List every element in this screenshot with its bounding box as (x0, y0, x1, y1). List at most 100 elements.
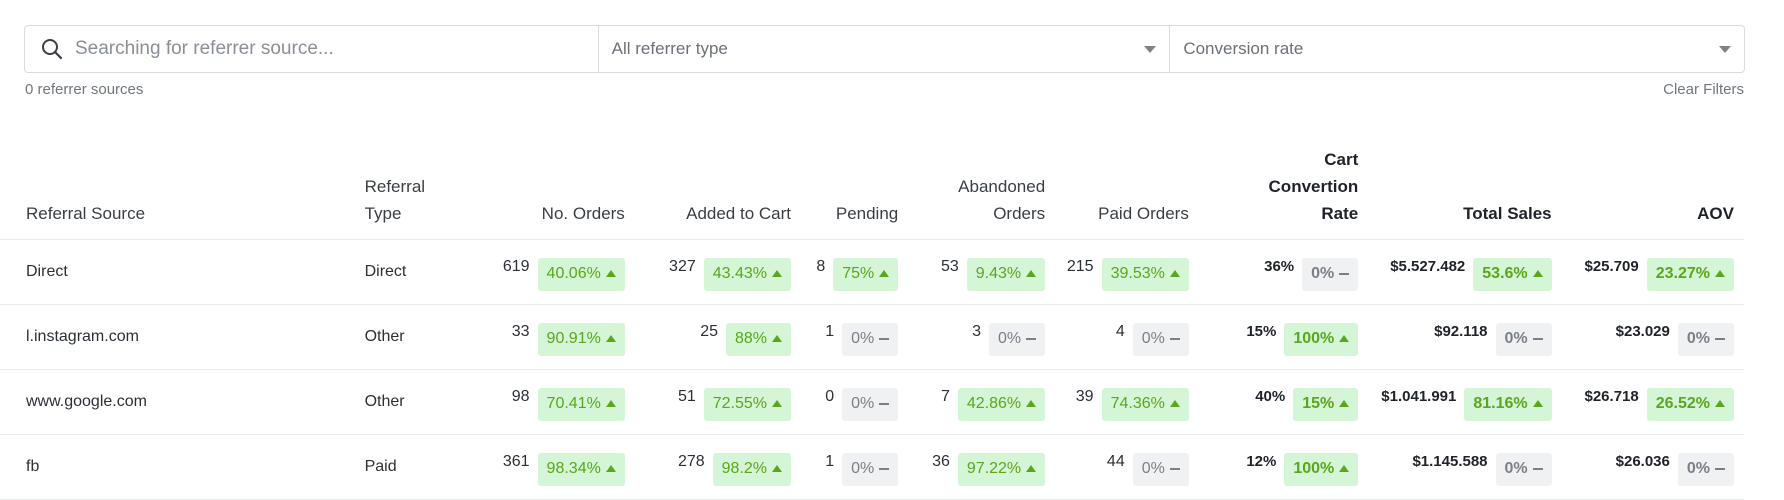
orders-change-badge: 40.06% (537, 257, 625, 291)
pending-change-badge: 75% (833, 257, 899, 291)
conversion-rate-change-badge: 100% (1284, 452, 1359, 486)
added-to-cart-value: 327 (669, 257, 696, 275)
conversion-rate-cell: 15% 100% (1198, 304, 1369, 370)
pending-change-badge: 0% (842, 322, 899, 356)
col-paid-orders[interactable]: Paid Orders (1055, 140, 1199, 240)
metric-cell: $23.029 0% (1616, 319, 1734, 356)
trend-up-icon (1026, 399, 1037, 407)
table-row[interactable]: Direct Direct 619 40.06% 327 43.43% 8 75% 53 9.43… (0, 239, 1744, 305)
filter-bar: All referrer type Conversion rate (24, 25, 1745, 73)
trend-up-icon (1339, 399, 1350, 407)
change-percent: 53.6% (1482, 265, 1528, 282)
added-to-cart-cell: 278 98.2% (634, 434, 802, 500)
search-input[interactable] (73, 37, 557, 61)
change-percent: 0% (851, 330, 875, 347)
paid-orders-change-badge: 39.53% (1101, 257, 1189, 291)
metric-cell: $1.145.588 0% (1412, 449, 1552, 486)
metric-cell: $26.036 0% (1616, 449, 1734, 486)
table-row[interactable]: l.instagram.com Other 33 90.91% 25 88% 1 0% 3 0% 4… (0, 304, 1744, 370)
referrer-type-select[interactable]: All referrer type (599, 26, 1171, 72)
paid-orders-change-badge: 0% (1132, 322, 1189, 356)
table-header: Referral Source Referral Type No. Orders… (0, 140, 1744, 240)
pending-value: 0 (825, 387, 835, 405)
trend-flat-icon (1169, 468, 1180, 470)
metric-cell: 8 75% (816, 254, 899, 291)
paid-orders-cell: 215 39.53% (1055, 239, 1199, 305)
change-percent: 0% (851, 395, 875, 412)
added-to-cart-cell: 25 88% (634, 304, 802, 370)
trend-flat-icon (1715, 468, 1725, 470)
abandoned-value: 7 (940, 387, 950, 405)
metric-select[interactable]: Conversion rate (1170, 26, 1744, 72)
search-icon (41, 38, 63, 60)
aov-change-badge: 0% (1677, 452, 1734, 486)
abandoned-cell: 53 9.43% (908, 239, 1056, 305)
table-row[interactable]: fb Paid 361 98.34% 278 98.2% 1 0% 36 97.22% 44 0% 12… (0, 434, 1744, 500)
trend-up-icon (879, 269, 890, 277)
orders-value: 98 (511, 387, 530, 405)
change-percent: 75% (842, 265, 875, 282)
col-cart-conversion-rate[interactable]: Cart Convertion Rate (1198, 140, 1369, 240)
orders-cell: 98 70.41% (461, 369, 635, 435)
metric-cell: $92.118 0% (1434, 319, 1552, 356)
trend-up-icon (605, 334, 616, 342)
metric-cell: $26.718 26.52% (1585, 384, 1734, 421)
change-percent: 88% (734, 330, 768, 347)
referral-type-cell: Paid (364, 434, 462, 500)
col-total-sales[interactable]: Total Sales (1368, 140, 1562, 240)
trend-flat-icon (1715, 338, 1725, 340)
trend-flat-icon (879, 468, 890, 470)
paid-orders-change-badge: 0% (1132, 452, 1189, 486)
change-percent: 0% (1311, 265, 1335, 282)
trend-up-icon (772, 399, 783, 407)
metric-cell: $1.041.991 81.16% (1381, 384, 1552, 421)
referral-source-cell: www.google.com (0, 369, 365, 435)
change-percent: 98.34% (546, 460, 601, 477)
aov-cell: $26.718 26.52% (1561, 369, 1744, 435)
change-percent: 0% (1686, 460, 1710, 477)
aov-change-badge: 26.52% (1646, 387, 1734, 421)
clear-filters-link[interactable]: Clear Filters (1663, 81, 1744, 98)
pending-change-badge: 0% (842, 387, 899, 421)
paid-orders-change-badge: 74.36% (1101, 387, 1189, 421)
col-referral-source[interactable]: Referral Source (0, 140, 365, 240)
metric-cell: 278 98.2% (678, 449, 792, 486)
orders-change-badge: 90.91% (537, 322, 625, 356)
col-referral-type[interactable]: Referral Type (364, 140, 462, 240)
metric-cell: 15% 100% (1246, 319, 1359, 356)
col-added-to-cart[interactable]: Added to Cart (634, 140, 802, 240)
abandoned-value: 3 (972, 322, 982, 340)
col-pending[interactable]: Pending (801, 140, 909, 240)
change-percent: 90.91% (546, 330, 601, 347)
col-abandoned-orders[interactable]: Abandoned Orders (908, 140, 1056, 240)
paid-orders-value: 39 (1075, 387, 1094, 405)
added-to-cart-change-badge: 98.2% (712, 452, 792, 486)
paid-orders-value: 4 (1115, 322, 1125, 340)
trend-up-icon (1339, 334, 1350, 342)
metric-cell: 0 0% (825, 384, 899, 421)
total-sales-change-badge: 0% (1495, 322, 1552, 356)
added-to-cart-cell: 327 43.43% (634, 239, 802, 305)
pending-value: 1 (825, 452, 835, 470)
metric-cell: $5.527.482 53.6% (1390, 254, 1552, 291)
trend-flat-icon (1169, 338, 1180, 340)
metric-cell: 215 39.53% (1067, 254, 1189, 291)
search-box[interactable] (25, 26, 599, 72)
pending-cell: 0 0% (801, 369, 909, 435)
chevron-down-icon (1144, 45, 1157, 53)
abandoned-value: 36 (932, 452, 950, 470)
change-percent: 43.43% (712, 265, 768, 282)
conversion-rate-cell: 36% 0% (1198, 239, 1369, 305)
added-to-cart-value: 51 (677, 387, 696, 405)
change-percent: 0% (1504, 460, 1528, 477)
paid-orders-value: 215 (1066, 257, 1094, 275)
col-orders[interactable]: No. Orders (461, 140, 635, 240)
abandoned-change-badge: 42.86% (957, 387, 1046, 421)
col-aov[interactable]: AOV (1561, 140, 1744, 240)
conversion-rate-value: 15% (1246, 322, 1277, 340)
abandoned-value: 53 (940, 257, 959, 275)
chevron-down-icon (1719, 45, 1731, 53)
conversion-rate-value: 36% (1264, 257, 1295, 275)
table-row[interactable]: www.google.com Other 98 70.41% 51 72.55% 0 0% 7 4… (0, 369, 1744, 435)
aov-value: $25.709 (1584, 257, 1639, 275)
